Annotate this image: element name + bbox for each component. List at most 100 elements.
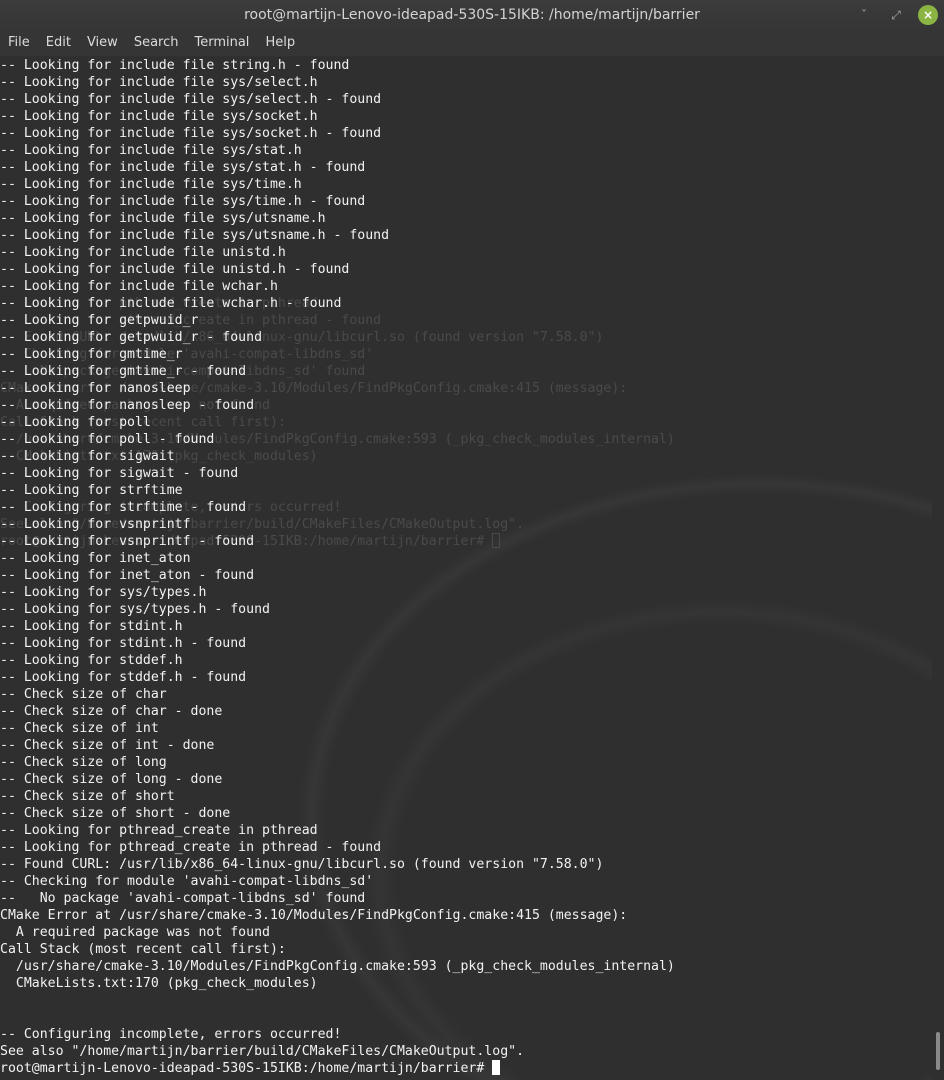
terminal-line-text: -- Looking for include file sys/time.h <box>0 177 302 192</box>
terminal-line-text: -- Looking for gmtime_r <box>0 347 183 362</box>
terminal-line: -- Looking for include file sys/utsname.… <box>0 227 932 244</box>
terminal-line: -- Looking for pthread_create in pthread <box>0 822 932 839</box>
scrollbar-thumb[interactable] <box>936 1032 940 1070</box>
terminal-line: -- Looking for strftime <box>0 482 932 499</box>
terminal-line-text: -- Looking for strftime - found <box>0 500 247 515</box>
menu-terminal[interactable]: Terminal <box>186 30 257 56</box>
terminal-line: -- Looking for include file sys/socket.h <box>0 108 932 125</box>
terminal-window: root@martijn-Lenovo-ideapad-530S-15IKB: … <box>0 0 944 1080</box>
terminal-line-text: -- Check size of char <box>0 687 167 702</box>
terminal-line-text: -- Looking for include file sys/select.h <box>0 75 318 90</box>
terminal-line: -- Looking for stdint.h <box>0 618 932 635</box>
terminal-line: -- Checking for module 'avahi-compat-lib… <box>0 873 932 890</box>
terminal-line: -- Looking for sys/types.h <box>0 584 932 601</box>
menu-help[interactable]: Help <box>257 30 303 56</box>
menu-view[interactable]: View <box>79 30 126 56</box>
terminal-line: -- Looking for nanosleep - found <box>0 397 932 414</box>
terminal-line: -- Looking for include file string.h - f… <box>0 57 932 74</box>
terminal-line: -- Looking for include file wchar.h - fo… <box>0 295 932 312</box>
terminal-line: -- Looking for stddef.h - found <box>0 669 932 686</box>
menu-file[interactable]: File <box>0 30 38 56</box>
terminal-line: -- Looking for include file sys/select.h <box>0 74 932 91</box>
terminal-line: -- Check size of long - done <box>0 771 932 788</box>
terminal-line-text: -- Checking for module 'avahi-compat-lib… <box>0 874 374 889</box>
terminal-line-text: -- Looking for nanosleep - found <box>0 398 255 413</box>
terminal-line-text: -- Looking for sigwait <box>0 449 175 464</box>
terminal-line-text: -- Looking for getpwuid_r - found <box>0 330 263 345</box>
terminal-line-text: -- Looking for gmtime_r - found <box>0 364 247 379</box>
terminal-line: -- Looking for pthread_create in pthread… <box>0 839 932 856</box>
terminal-line-text: -- Configuring incomplete, errors occurr… <box>0 1027 342 1042</box>
terminal-line-text: -- Looking for include file sys/stat.h -… <box>0 160 366 175</box>
terminal-line: -- Looking for include file sys/utsname.… <box>0 210 932 227</box>
terminal-line: -- Check size of short - done <box>0 805 932 822</box>
terminal-line: -- Looking for include file sys/socket.h… <box>0 125 932 142</box>
terminal-line: -- Check size of char <box>0 686 932 703</box>
terminal-line-text: -- Check size of short - done <box>0 806 231 821</box>
terminal-line: -- Looking for getpwuid_r <box>0 312 932 329</box>
terminal-line: -- Looking for include file wchar.h <box>0 278 932 295</box>
terminal-line: CMake Error at /usr/share/cmake-3.10/Mod… <box>0 907 932 924</box>
terminal-line: CMakeLists.txt:170 (pkg_check_modules) <box>0 975 932 992</box>
terminal-line: See also "/home/martijn/barrier/build/CM… <box>0 1043 932 1060</box>
terminal-line-text: -- Looking for stddef.h - found <box>0 670 247 685</box>
terminal-line: root@martijn-Lenovo-ideapad-530S-15IKB:/… <box>0 1060 932 1077</box>
terminal-line-text: -- Looking for inet_aton <box>0 551 191 566</box>
terminal-line: -- Looking for getpwuid_r - found <box>0 329 932 346</box>
terminal-output-area[interactable]: -- Looking for pthread_create in pthread… <box>0 57 932 1080</box>
terminal-line: -- Looking for include file sys/stat.h <box>0 142 932 159</box>
terminal-line: -- Looking for sigwait - found <box>0 465 932 482</box>
terminal-line: -- Looking for gmtime_r <box>0 346 932 363</box>
terminal-line-text: -- Looking for pthread_create in pthread <box>0 823 318 838</box>
terminal-line-text: A required package was not found <box>0 925 270 940</box>
terminal-line-text: -- Check size of short <box>0 789 175 804</box>
terminal-line: -- Looking for poll - found <box>0 431 932 448</box>
minimize-icon[interactable]: ˇ <box>854 5 874 25</box>
cursor-block <box>492 1060 501 1075</box>
terminal-line-text: root@martijn-Lenovo-ideapad-530S-15IKB:/… <box>0 1061 493 1076</box>
terminal-line: -- Looking for include file sys/time.h -… <box>0 193 932 210</box>
terminal-scrollbar[interactable] <box>932 57 944 1080</box>
terminal-line: -- Looking for stddef.h <box>0 652 932 669</box>
terminal-line-text: -- Looking for sigwait - found <box>0 466 239 481</box>
terminal-line: -- Looking for include file sys/select.h… <box>0 91 932 108</box>
window-controls: ˇ ⤢ × <box>854 5 938 25</box>
terminal-line: A required package was not found <box>0 924 932 941</box>
terminal-line: -- No package 'avahi-compat-libdns_sd' f… <box>0 890 932 907</box>
terminal-line: -- Looking for include file unistd.h - f… <box>0 261 932 278</box>
maximize-icon[interactable]: ⤢ <box>886 5 906 25</box>
terminal-line-text: CMakeLists.txt:170 (pkg_check_modules) <box>0 976 318 991</box>
terminal-line: -- Looking for strftime - found <box>0 499 932 516</box>
menu-search[interactable]: Search <box>126 30 187 56</box>
terminal-line-text: -- Check size of char - done <box>0 704 223 719</box>
terminal-line: -- Check size of long <box>0 754 932 771</box>
terminal-line-text: /usr/share/cmake-3.10/Modules/FindPkgCon… <box>0 959 675 974</box>
terminal-line-text: -- Looking for pthread_create in pthread… <box>0 840 382 855</box>
terminal-line-text: See also "/home/martijn/barrier/build/CM… <box>0 1044 525 1059</box>
terminal-line-text: -- Looking for include file sys/select.h… <box>0 92 382 107</box>
terminal-line: Call Stack (most recent call first): <box>0 941 932 958</box>
title-bar[interactable]: root@martijn-Lenovo-ideapad-530S-15IKB: … <box>0 0 944 30</box>
terminal-line-text: -- Check size of long <box>0 755 167 770</box>
terminal-line: -- Looking for include file sys/time.h <box>0 176 932 193</box>
terminal-line: -- Configuring incomplete, errors occurr… <box>0 1026 932 1043</box>
terminal-line-text: -- Check size of long - done <box>0 772 223 787</box>
terminal-line-text: -- Looking for include file wchar.h <box>0 279 278 294</box>
terminal-line-text: CMake Error at /usr/share/cmake-3.10/Mod… <box>0 908 628 923</box>
close-icon[interactable]: × <box>918 5 938 25</box>
terminal-line-text: -- Looking for stdint.h <box>0 619 183 634</box>
terminal-line: -- Looking for vsnprintf - found <box>0 533 932 550</box>
terminal-line-text: -- Looking for include file sys/socket.h… <box>0 126 382 141</box>
terminal-line-text: -- No package 'avahi-compat-libdns_sd' f… <box>0 891 366 906</box>
terminal-line: -- Looking for inet_aton <box>0 550 932 567</box>
terminal-line-text: -- Looking for stddef.h <box>0 653 183 668</box>
terminal-line-text: -- Looking for stdint.h - found <box>0 636 247 651</box>
terminal-line-text: -- Looking for poll - found <box>0 432 215 447</box>
terminal-line-text: -- Looking for include file sys/stat.h <box>0 143 302 158</box>
menu-edit[interactable]: Edit <box>38 30 79 56</box>
terminal-line: -- Check size of int - done <box>0 737 932 754</box>
terminal-line: -- Looking for include file unistd.h <box>0 244 932 261</box>
terminal-line-text: -- Looking for include file sys/socket.h <box>0 109 318 124</box>
